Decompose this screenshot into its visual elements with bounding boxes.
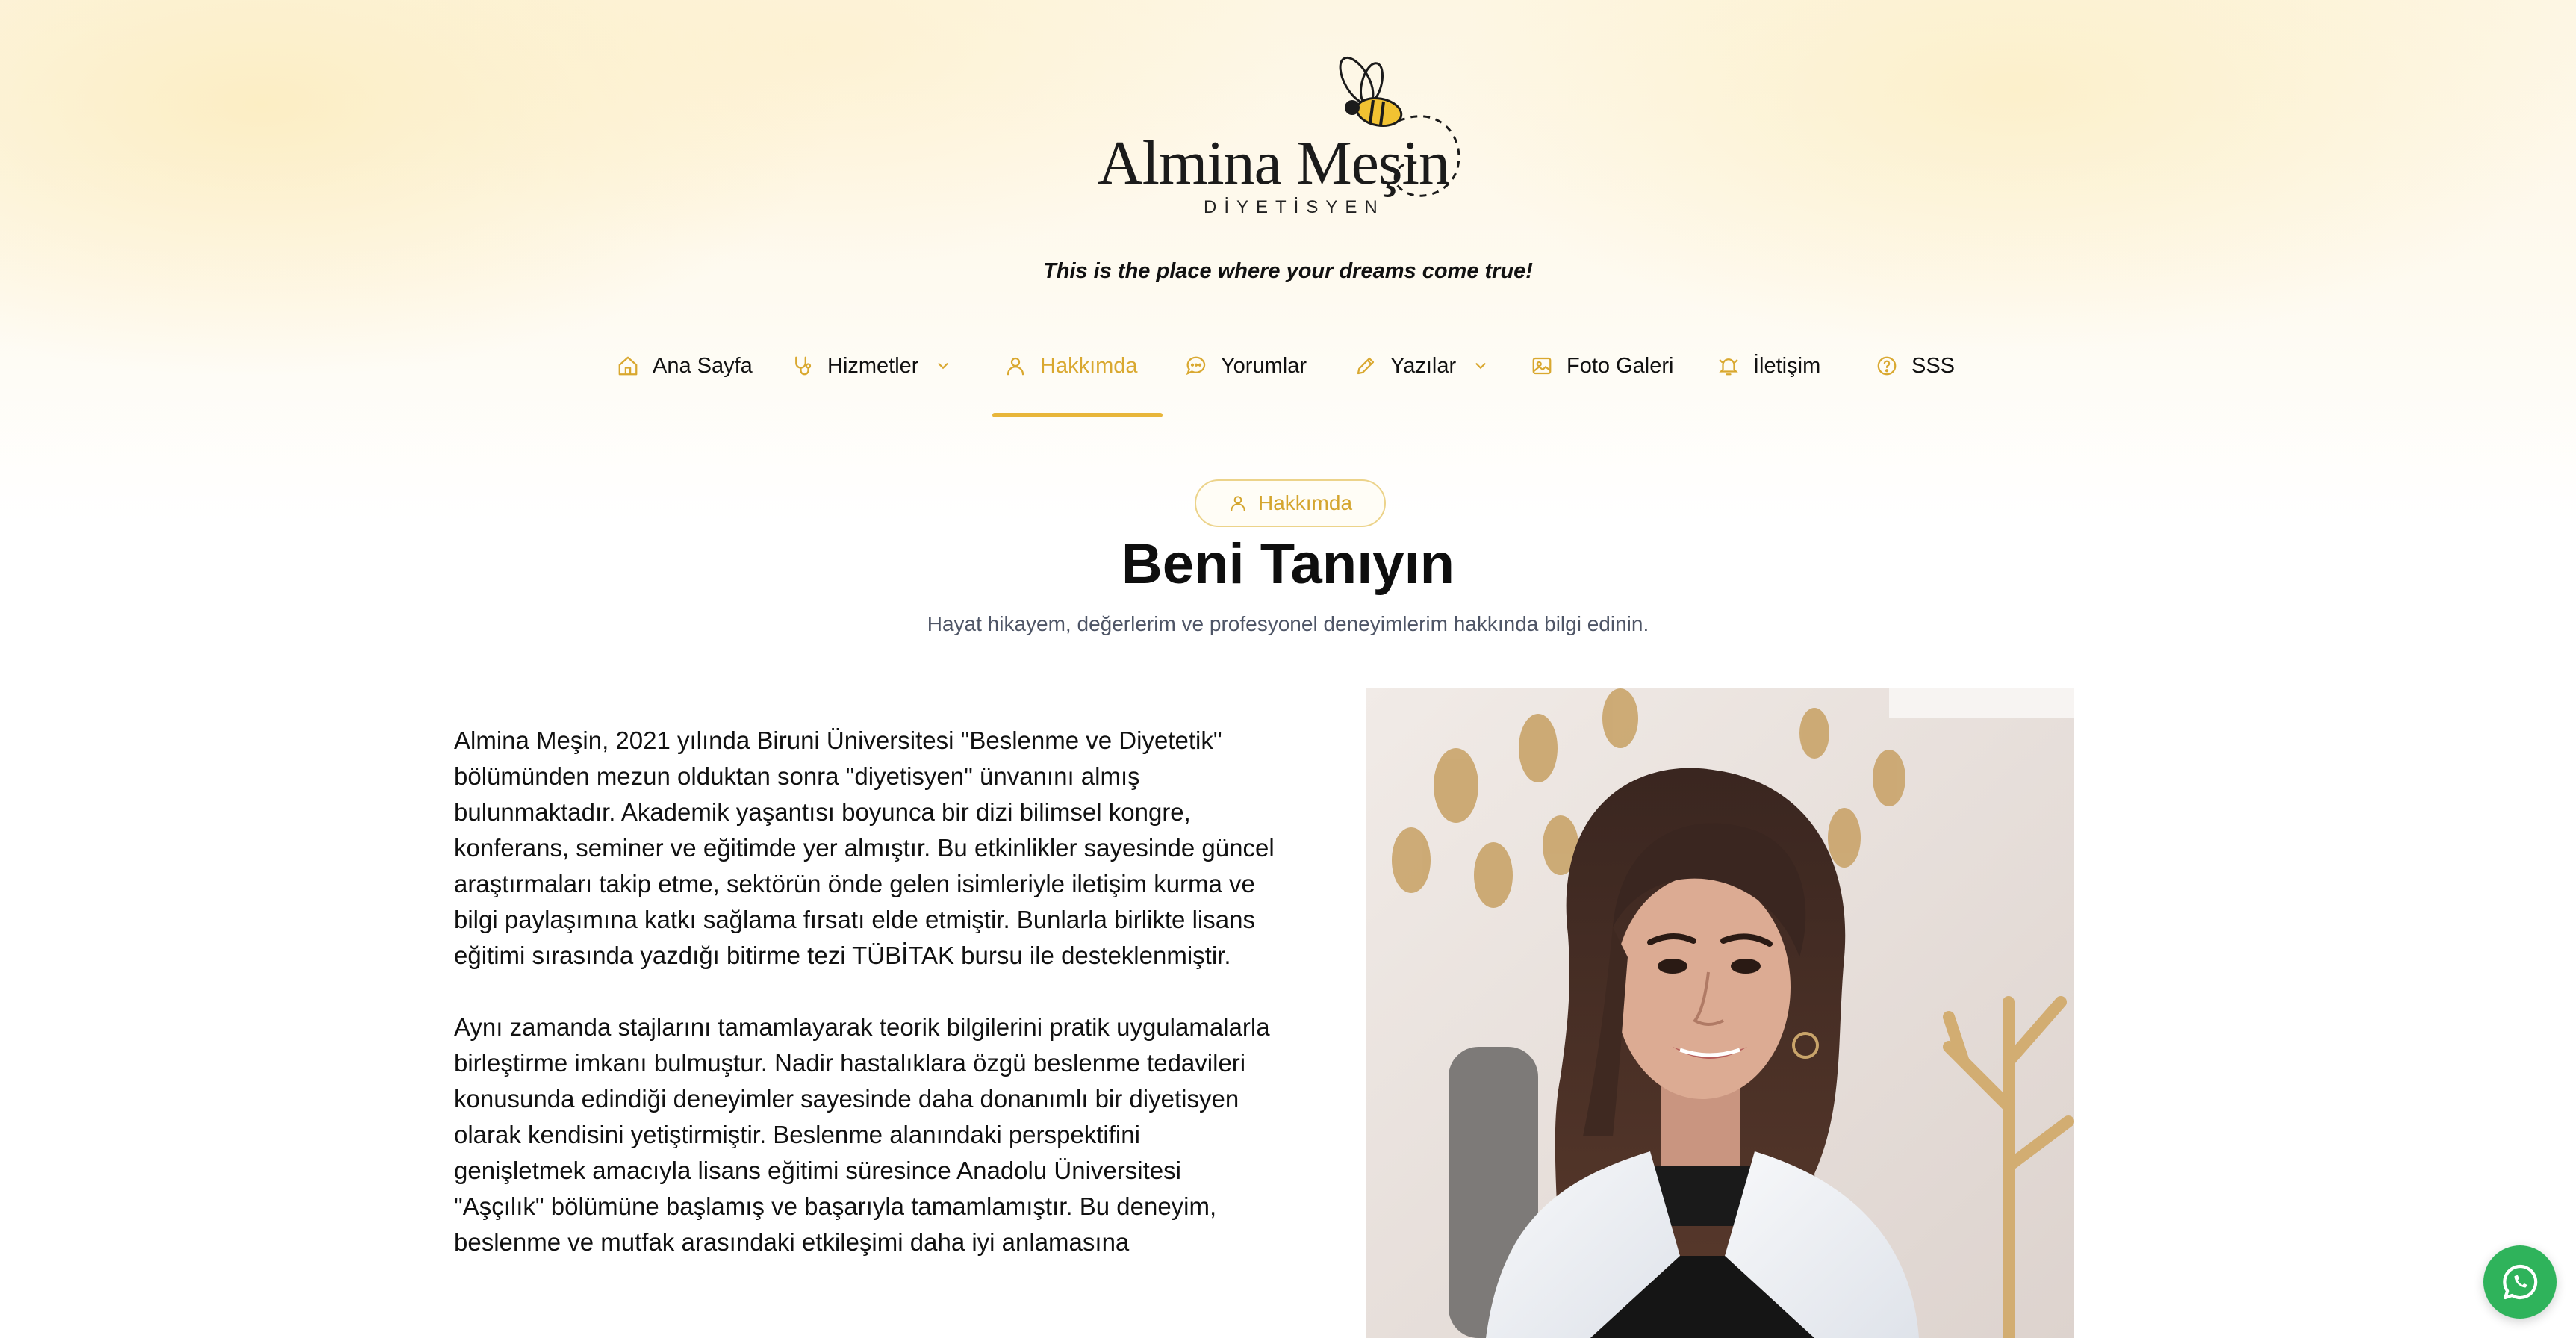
nav-label-yazilar: Yazılar <box>1390 353 1457 378</box>
chevron-down-icon <box>938 363 949 370</box>
nav-item-hizmetler[interactable]: Hizmetler <box>791 343 951 388</box>
user-icon <box>1231 496 1245 511</box>
section-badge-label: Hakkımda <box>1257 491 1353 514</box>
nav-item-ana-sayfa[interactable]: Ana Sayfa <box>617 343 753 388</box>
profile-photo <box>1366 688 2074 1338</box>
section-badge: Hakkımda <box>1195 479 1386 527</box>
nav-label-ana-sayfa: Ana Sayfa <box>653 353 753 378</box>
nav-item-iletisim[interactable]: İletişim <box>1717 343 1820 388</box>
whatsapp-button[interactable] <box>2483 1245 2557 1319</box>
bio-paragraph: Almina Meşin, 2021 yılında Biruni Üniver… <box>454 726 1275 969</box>
nav-item-hakkimda[interactable]: Hakkımda <box>1004 343 1138 388</box>
page-title: Beni Tanıyın <box>1121 532 1455 596</box>
nav-active-indicator <box>992 413 1163 417</box>
bee-icon <box>1339 56 1460 197</box>
nav-label-hizmetler: Hizmetler <box>827 353 919 378</box>
nav-label-iletisim: İletişim <box>1753 353 1821 378</box>
nav-label-foto-galeri: Foto Galeri <box>1567 353 1674 378</box>
main-nav: Ana Sayfa Hizmetler Hakkımda Yorumlar Ya… <box>0 343 2576 418</box>
nav-label-sss: SSS <box>1911 353 1956 378</box>
home-icon <box>618 356 638 376</box>
bell-icon <box>1719 358 1738 376</box>
nav-item-foto-galeri[interactable]: Foto Galeri <box>1531 343 1673 388</box>
chat-icon <box>1186 356 1206 376</box>
nav-label-yorumlar: Yorumlar <box>1221 353 1307 378</box>
nav-item-yazilar[interactable]: Yazılar <box>1354 343 1489 388</box>
bio-paragraph: Aynı zamanda stajlarını tamamlayarak teo… <box>454 1013 1270 1256</box>
user-icon <box>1007 357 1024 376</box>
stethoscope-icon <box>795 356 812 376</box>
portrait-illustration <box>1366 688 2074 1338</box>
tagline: This is the place where your dreams come… <box>1043 259 1533 283</box>
image-icon <box>1532 357 1552 375</box>
question-icon <box>1877 356 1897 376</box>
nav-label-hakkimda: Hakkımda <box>1040 353 1138 378</box>
nav-item-yorumlar[interactable]: Yorumlar <box>1185 343 1307 388</box>
brand-logo[interactable]: Almina Meşin DİYETİSYEN <box>1098 52 1486 224</box>
chevron-down-icon <box>1475 363 1486 370</box>
pen-icon <box>1357 357 1375 375</box>
whatsapp-icon <box>2503 1264 2538 1300</box>
bio-text: Almina Meşin, 2021 yılında Biruni Üniver… <box>454 723 1275 1296</box>
page-subtitle: Hayat hikayem, değerlerim ve profesyonel… <box>927 612 1649 635</box>
nav-item-sss[interactable]: SSS <box>1876 343 1955 388</box>
